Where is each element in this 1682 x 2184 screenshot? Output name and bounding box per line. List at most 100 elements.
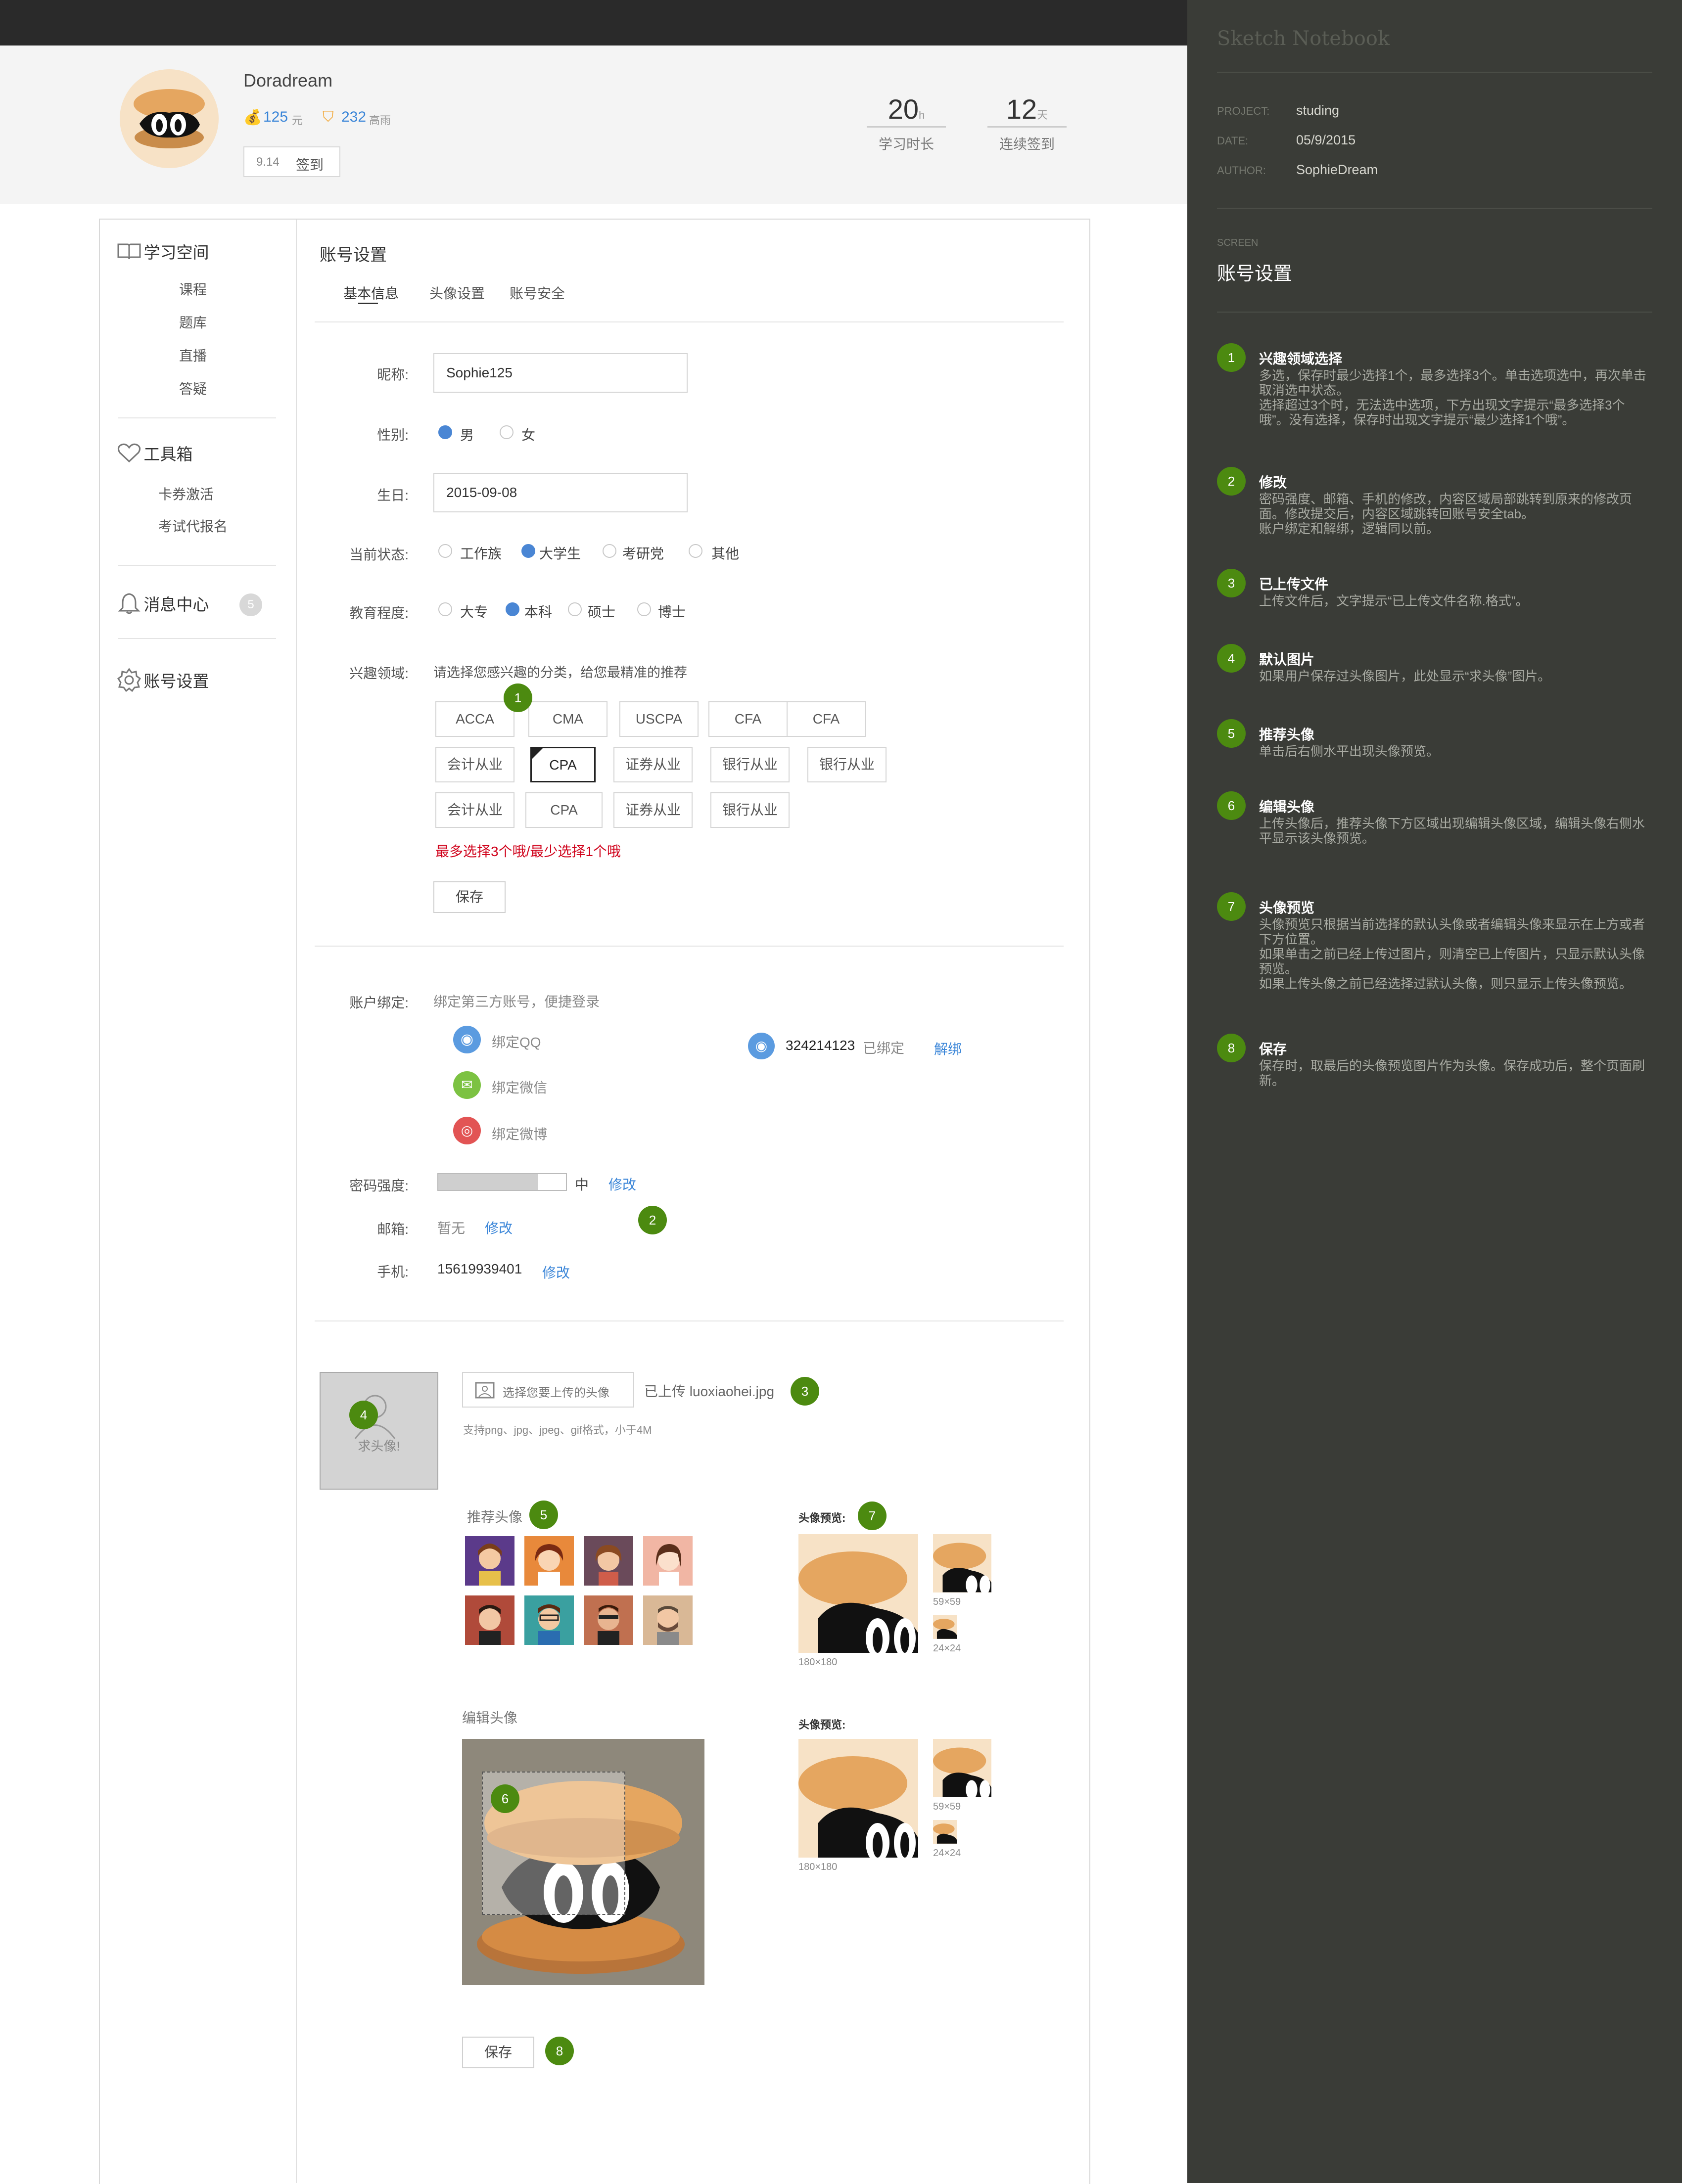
- recommended-avatar[interactable]: [584, 1536, 633, 1586]
- note-body: 单击后右侧水平出现头像预览。: [1259, 744, 1440, 759]
- avatar-editor-canvas[interactable]: [462, 1739, 704, 1985]
- status-worker-radio[interactable]: [438, 544, 452, 558]
- education-doctor-radio[interactable]: [637, 602, 651, 616]
- recommended-avatar[interactable]: [465, 1595, 514, 1645]
- note-title: 编辑头像: [1259, 799, 1315, 815]
- notes-divider: [1217, 72, 1652, 73]
- interest-tag[interactable]: CMA: [528, 701, 607, 737]
- interest-tag[interactable]: CFA: [708, 701, 788, 737]
- interest-tag[interactable]: 证券从业: [613, 792, 693, 828]
- education-bachelor-radio[interactable]: [506, 602, 519, 616]
- bind-weibo-link[interactable]: 绑定微博: [492, 1124, 547, 1143]
- education-college-label: 大专: [460, 604, 488, 620]
- bind-qq-link[interactable]: 绑定QQ: [492, 1032, 541, 1051]
- choose-avatar-button[interactable]: 选择您要上传的头像: [462, 1372, 634, 1408]
- study-time-unit: h: [919, 109, 925, 121]
- choose-avatar-label: 选择您要上传的头像: [503, 1386, 609, 1400]
- interest-label: 兴趣领域:: [349, 666, 409, 681]
- modify-password-link[interactable]: 修改: [608, 1174, 636, 1194]
- message-count-badge: 5: [239, 593, 262, 616]
- password-strength-label: 密码强度:: [349, 1178, 409, 1193]
- tab-basic-info[interactable]: 基本信息: [343, 283, 399, 303]
- interest-tag[interactable]: ACCA: [435, 701, 514, 737]
- annotation-badge-8: 8: [545, 2037, 574, 2065]
- recommended-avatar[interactable]: [643, 1536, 693, 1586]
- sidebar-title-tools: 工具箱: [143, 445, 193, 463]
- save-basic-info-button[interactable]: 保存: [433, 881, 506, 913]
- gender-label: 性别:: [377, 427, 409, 443]
- account-binding-hint: 绑定第三方账号，便捷登录: [433, 994, 600, 1009]
- sidebar-item-exam-registration[interactable]: 考试代报名: [158, 516, 228, 536]
- sidebar-item-question-bank[interactable]: 题库: [179, 312, 207, 332]
- phone-value: 15619939401: [437, 1261, 522, 1276]
- recommended-avatar[interactable]: [584, 1595, 633, 1645]
- sidebar-item-coupon[interactable]: 卡券激活: [158, 484, 214, 503]
- sidebar-item-courses[interactable]: 课程: [179, 279, 207, 299]
- modify-phone-link[interactable]: 修改: [542, 1262, 570, 1282]
- annotation-badge-3: 3: [791, 1377, 819, 1406]
- formats-hint: 支持png、jpg、jpeg、gif格式，小于4M: [463, 1424, 652, 1436]
- sidebar-item-qa[interactable]: 答疑: [179, 378, 207, 398]
- gender-male-radio[interactable]: [438, 425, 452, 439]
- sidebar-section-messages[interactable]: 消息中心: [117, 592, 209, 615]
- avatar[interactable]: [120, 69, 219, 168]
- signin-button[interactable]: 9.14 签到: [243, 146, 340, 177]
- sidebar-section-study[interactable]: 学习空间: [117, 239, 209, 263]
- interest-tag[interactable]: 银行从业: [710, 792, 790, 828]
- tab-account-security[interactable]: 账号安全: [510, 283, 565, 303]
- birthday-input[interactable]: 2015-09-08: [433, 473, 688, 512]
- education-college-radio[interactable]: [438, 602, 452, 616]
- education-master-radio[interactable]: [568, 602, 582, 616]
- note-title: 保存: [1259, 1042, 1287, 1057]
- bind-wechat-link[interactable]: 绑定微信: [492, 1077, 547, 1097]
- interest-tag[interactable]: 银行从业: [710, 747, 790, 782]
- recommended-avatar[interactable]: [643, 1595, 693, 1645]
- gender-female-radio[interactable]: [500, 425, 514, 439]
- save-avatar-button[interactable]: 保存: [462, 2037, 534, 2068]
- recommended-avatar[interactable]: [524, 1536, 574, 1586]
- interest-tag[interactable]: USCPA: [619, 701, 699, 737]
- interest-tag[interactable]: 银行从业: [807, 747, 887, 782]
- size-label-small: 24×24: [933, 1848, 961, 1859]
- phone-label: 手机:: [377, 1264, 409, 1279]
- sidebar-divider-line: [118, 565, 276, 566]
- interest-tag[interactable]: 证券从业: [613, 747, 693, 782]
- signin-date: 9.14: [256, 155, 280, 169]
- recommend-avatar-label: 推荐头像: [467, 1509, 523, 1525]
- tab-avatar-settings[interactable]: 头像设置: [429, 283, 485, 303]
- interest-tag[interactable]: CFA: [787, 701, 866, 737]
- status-other-radio[interactable]: [689, 544, 702, 558]
- avatar-preview-small: [933, 1615, 957, 1639]
- annotation-badge-7: 7: [858, 1502, 887, 1530]
- nickname-input[interactable]: Sophie125: [433, 353, 688, 393]
- screen-value: 账号设置: [1217, 264, 1293, 284]
- note-body: 上传文件后，文字提示“已上传文件名称.格式”。: [1259, 593, 1529, 608]
- sidebar-item-live[interactable]: 直播: [179, 345, 207, 365]
- interest-tag[interactable]: 会计从业: [435, 747, 514, 782]
- interest-error-message: 最多选择3个哦/最少选择1个哦: [435, 844, 621, 859]
- recommended-avatar[interactable]: [465, 1536, 514, 1586]
- note-badge: 3: [1217, 569, 1246, 597]
- sidebar-section-tools[interactable]: 工具箱: [117, 441, 192, 465]
- book-icon: [117, 243, 141, 260]
- education-label: 教育程度:: [349, 605, 409, 621]
- page-title: 账号设置: [320, 246, 387, 265]
- interest-tag[interactable]: CPA: [525, 792, 603, 828]
- notes-divider: [1217, 312, 1652, 313]
- status-postgrad-radio[interactable]: [603, 544, 616, 558]
- note-title: 已上传文件: [1259, 577, 1329, 592]
- modify-email-link[interactable]: 修改: [485, 1218, 513, 1237]
- bound-status: 已绑定: [863, 1041, 905, 1056]
- unbind-qq-link[interactable]: 解绑: [934, 1039, 962, 1058]
- nickname-label: 昵称:: [377, 367, 409, 382]
- stat-underline: [987, 126, 1067, 128]
- status-student-radio[interactable]: [521, 544, 535, 558]
- note-body: 密码强度、邮箱、手机的修改，内容区域局部跳转到原来的修改页面。修改提交后，内容区…: [1259, 492, 1633, 536]
- bound-qq-number: 324214123: [786, 1038, 855, 1053]
- avatar-image: [134, 89, 205, 148]
- note-body: 保存时，取最后的头像预览图片作为头像。保存成功后，整个页面刷新。: [1259, 1058, 1645, 1088]
- interest-tag[interactable]: 会计从业: [435, 792, 514, 828]
- signin-label: 签到: [296, 157, 324, 173]
- sidebar-section-account[interactable]: 账号设置: [117, 668, 209, 692]
- recommended-avatar[interactable]: [524, 1595, 574, 1645]
